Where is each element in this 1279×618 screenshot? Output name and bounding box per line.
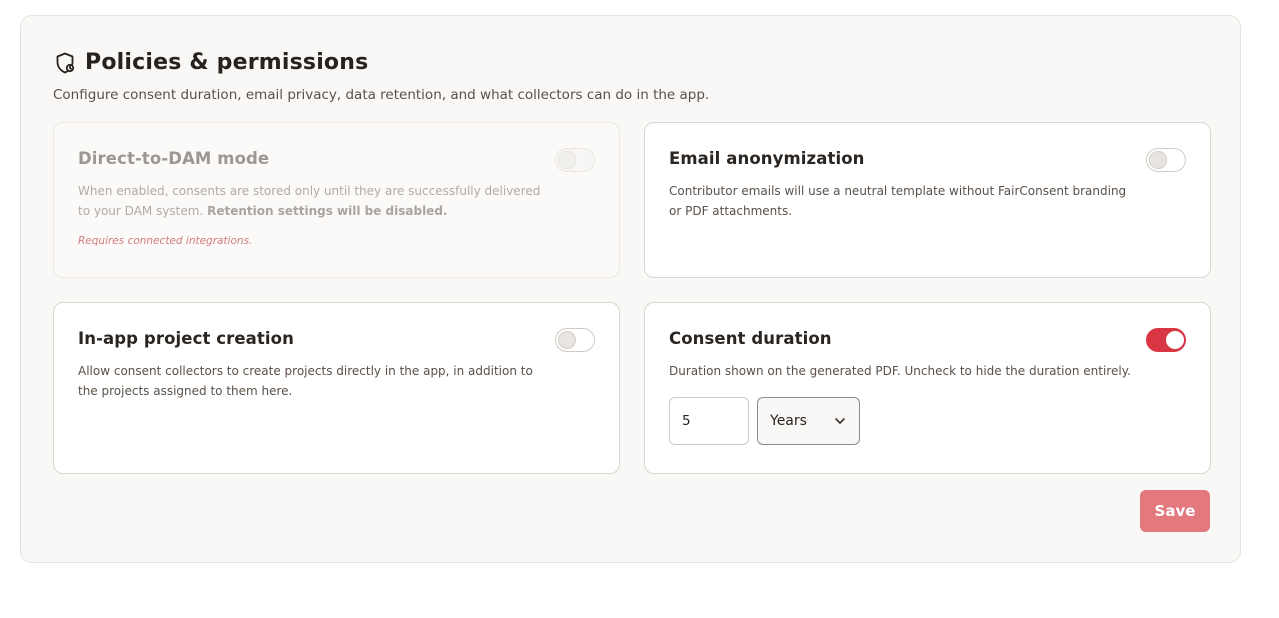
direct-to-dam-card: Direct-to-DAM mode When enabled, consent… — [53, 122, 620, 278]
in-app-project-description: Allow consent collectors to create proje… — [78, 364, 533, 398]
toggle-knob — [1166, 331, 1184, 349]
duration-unit-value: Years — [770, 413, 807, 429]
email-anonymization-card: Email anonymization Contributor emails w… — [644, 122, 1211, 278]
toggle-knob — [1149, 151, 1167, 169]
page-title: Policies & permissions — [85, 50, 369, 75]
duration-unit-select[interactable]: Years — [757, 397, 860, 445]
direct-to-dam-description: When enabled, consents are stored only u… — [78, 181, 548, 221]
page-subtitle: Configure consent duration, email privac… — [53, 87, 710, 103]
direct-to-dam-note: Requires connected integrations. — [78, 235, 253, 247]
panel-header: Policies & permissions — [53, 50, 368, 75]
direct-to-dam-desc-bold: Retention settings will be disabled. — [207, 204, 448, 218]
consent-duration-description: Duration shown on the generated PDF. Unc… — [669, 364, 1131, 378]
email-anonymization-title: Email anonymization — [669, 149, 865, 168]
in-app-project-card: In-app project creation Allow consent co… — [53, 302, 620, 474]
save-button[interactable]: Save — [1140, 490, 1210, 532]
toggle-knob — [558, 331, 576, 349]
in-app-project-title: In-app project creation — [78, 329, 294, 348]
email-anonymization-description: Contributor emails will use a neutral te… — [669, 184, 1127, 218]
policies-panel: Policies & permissions Configure consent… — [20, 15, 1241, 563]
consent-duration-card: Consent duration Duration shown on the g… — [644, 302, 1211, 474]
email-anonymization-toggle[interactable] — [1146, 148, 1186, 172]
duration-value-input[interactable] — [669, 397, 749, 445]
toggle-knob — [558, 151, 576, 169]
shield-icon — [53, 51, 77, 75]
chevron-down-icon — [833, 414, 847, 428]
consent-duration-title: Consent duration — [669, 329, 832, 348]
direct-to-dam-title: Direct-to-DAM mode — [78, 149, 270, 168]
consent-duration-toggle[interactable] — [1146, 328, 1186, 352]
direct-to-dam-toggle[interactable] — [555, 148, 595, 172]
in-app-project-toggle[interactable] — [555, 328, 595, 352]
